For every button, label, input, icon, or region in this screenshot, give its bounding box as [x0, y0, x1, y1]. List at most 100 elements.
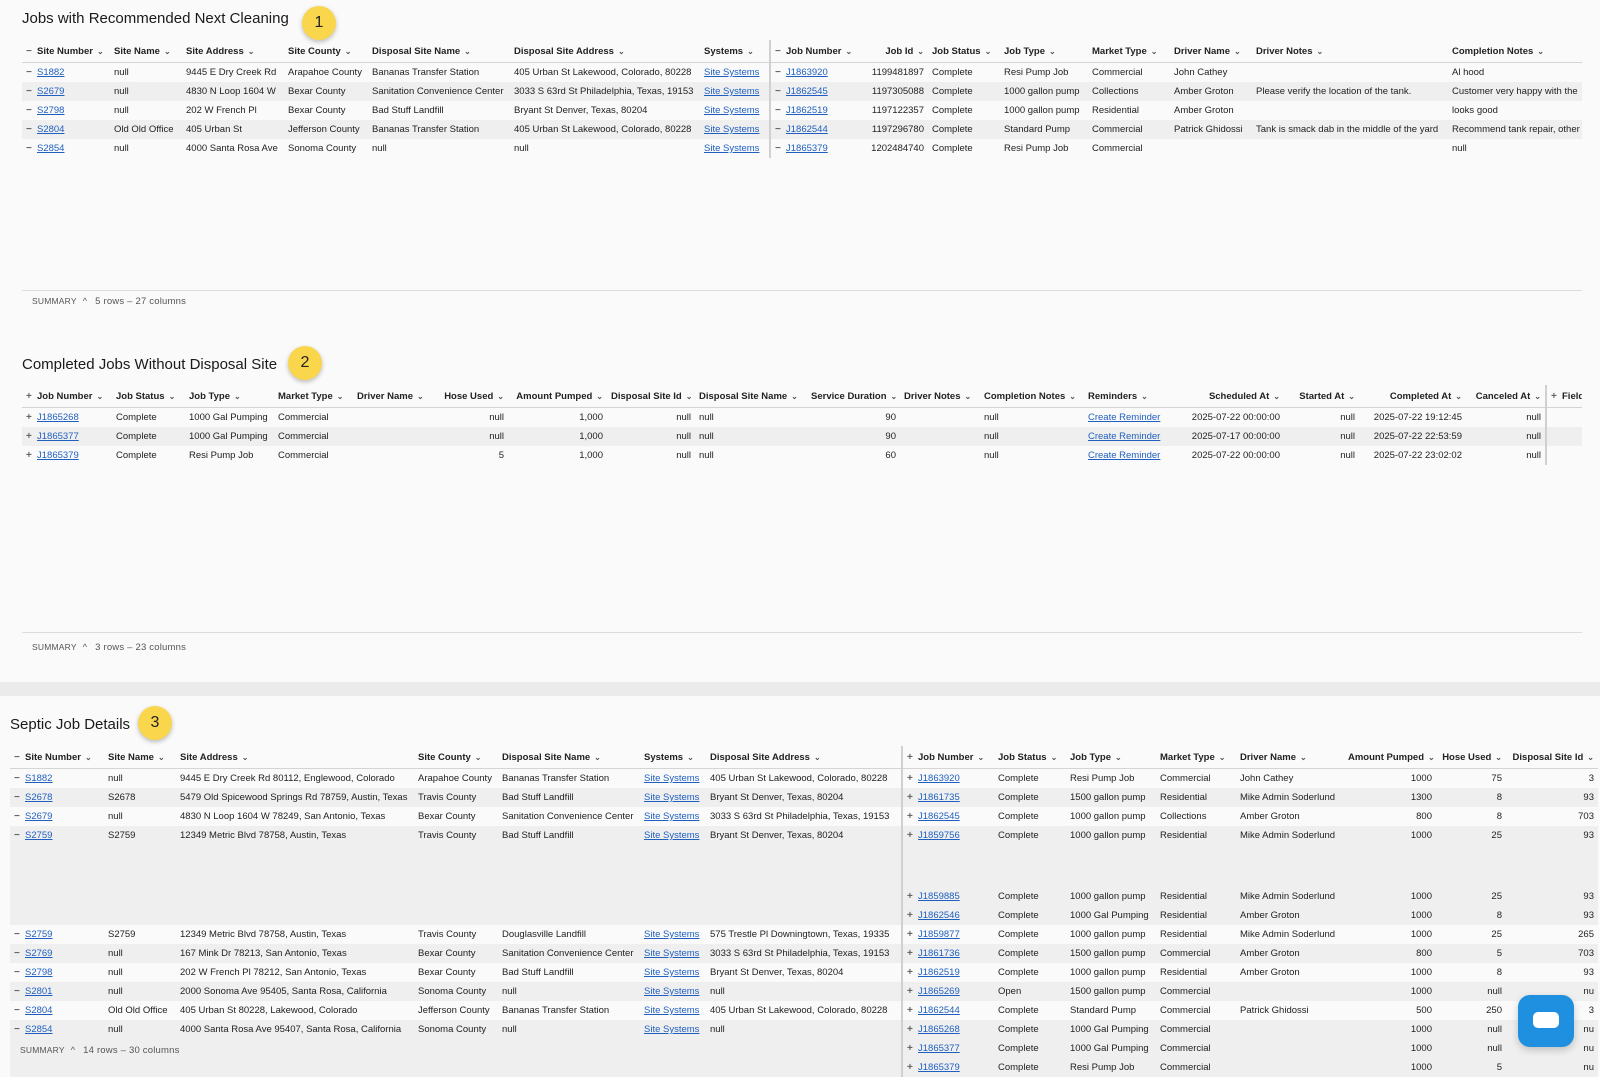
chevron-down-icon[interactable]: ⌄: [917, 47, 924, 56]
column-header-driver-notes[interactable]: Driver Notes ⌄: [1252, 40, 1448, 63]
column-header-disposal-site-name[interactable]: Disposal Site Name ⌄: [695, 385, 807, 408]
chevron-down-icon[interactable]: ⌄: [1348, 392, 1355, 401]
expand-toggle-icon[interactable]: −: [14, 986, 22, 997]
link-job-number[interactable]: J1862519: [786, 105, 828, 116]
link-systems[interactable]: Site Systems: [644, 967, 699, 978]
expand-toggle-icon[interactable]: −: [14, 967, 22, 978]
chevron-down-icon[interactable]: ⌄: [464, 47, 471, 56]
column-header-site-county[interactable]: Site County ⌄: [284, 40, 368, 63]
column-header-disposal-site-name[interactable]: Disposal Site Name ⌄: [498, 746, 640, 769]
link-job-number[interactable]: J1865377: [918, 1043, 960, 1054]
column-header-driver-name[interactable]: Driver Name ⌄: [1170, 40, 1252, 63]
link-job-number[interactable]: J1862546: [918, 910, 960, 921]
expand-toggle-icon[interactable]: +: [907, 752, 915, 763]
expand-toggle-icon[interactable]: +: [1551, 391, 1559, 402]
chevron-down-icon[interactable]: ⌄: [977, 753, 984, 762]
column-header-started-at[interactable]: Started At ⌄: [1284, 385, 1359, 408]
column-header-site-number[interactable]: − Site Number ⌄: [22, 40, 110, 63]
chevron-down-icon[interactable]: ⌄: [242, 753, 249, 762]
chevron-down-icon[interactable]: ⌄: [845, 47, 852, 56]
chevron-down-icon[interactable]: ⌄: [1234, 47, 1241, 56]
link-job-number[interactable]: J1861735: [918, 792, 960, 803]
column-header-job-status[interactable]: Job Status ⌄: [928, 40, 1000, 63]
link-job-number[interactable]: J1862545: [918, 811, 960, 822]
column-header-completion-notes[interactable]: Completion Notes ⌄: [980, 385, 1084, 408]
expand-toggle-icon[interactable]: +: [907, 891, 915, 902]
chevron-down-icon[interactable]: ⌄: [1317, 47, 1324, 56]
expand-toggle-icon[interactable]: +: [26, 431, 34, 442]
link-site-number[interactable]: S2759: [25, 929, 52, 940]
chevron-down-icon[interactable]: ⌄: [791, 392, 798, 401]
chevron-down-icon[interactable]: ⌄: [1115, 753, 1122, 762]
link-site-number[interactable]: S2679: [25, 811, 52, 822]
chevron-down-icon[interactable]: ⌄: [1587, 753, 1594, 762]
link-systems[interactable]: Site Systems: [644, 773, 699, 784]
link-systems[interactable]: Site Systems: [644, 1005, 699, 1016]
chevron-down-icon[interactable]: ⌄: [985, 47, 992, 56]
link-site-number[interactable]: S2801: [25, 986, 52, 997]
expand-toggle-icon[interactable]: −: [14, 811, 22, 822]
column-header-job-id[interactable]: Job Id ⌄: [864, 40, 928, 63]
column-header-job-number[interactable]: + Job Number ⌄: [901, 746, 994, 769]
column-header-completion-notes[interactable]: Completion Notes ⌄: [1448, 40, 1582, 63]
expand-toggle-icon[interactable]: −: [26, 124, 34, 135]
link-job-number[interactable]: J1865379: [786, 143, 828, 154]
chevron-down-icon[interactable]: ⌄: [1428, 753, 1435, 762]
column-header-driver-notes[interactable]: Driver Notes ⌄: [900, 385, 980, 408]
chevron-down-icon[interactable]: ⌄: [1534, 392, 1541, 401]
link-site-number[interactable]: S2798: [37, 105, 64, 116]
chevron-down-icon[interactable]: ⌄: [337, 392, 344, 401]
link-systems[interactable]: Site Systems: [704, 124, 759, 135]
column-header-market-type[interactable]: Market Type ⌄: [1156, 746, 1236, 769]
table-summary[interactable]: SUMMARY ^ 3 rows – 23 columns: [32, 642, 186, 653]
link-job-number[interactable]: J1861736: [918, 948, 960, 959]
chevron-down-icon[interactable]: ⌄: [1495, 753, 1502, 762]
chevron-down-icon[interactable]: ⌄: [1455, 392, 1462, 401]
expand-toggle-icon[interactable]: −: [26, 105, 34, 116]
expand-toggle-icon[interactable]: −: [14, 830, 22, 841]
link-systems[interactable]: Site Systems: [704, 67, 759, 78]
expand-toggle-icon[interactable]: +: [907, 792, 915, 803]
link-site-number[interactable]: S2854: [37, 143, 64, 154]
column-header-disposal-site-id[interactable]: Disposal Site Id ⌄: [607, 385, 695, 408]
expand-toggle-icon[interactable]: +: [26, 391, 34, 402]
column-header-market-type[interactable]: Market Type ⌄: [274, 385, 353, 408]
expand-toggle-icon[interactable]: +: [907, 1043, 915, 1054]
expand-toggle-icon[interactable]: −: [26, 46, 34, 57]
link-systems[interactable]: Site Systems: [644, 830, 699, 841]
column-header-completed-at[interactable]: Completed At ⌄: [1359, 385, 1466, 408]
chevron-down-icon[interactable]: ⌄: [1219, 753, 1226, 762]
link-job-number[interactable]: J1862544: [918, 1005, 960, 1016]
column-header-amount-pumped[interactable]: Amount Pumped ⌄: [1344, 746, 1436, 769]
chevron-down-icon[interactable]: ⌄: [1300, 753, 1307, 762]
chevron-down-icon[interactable]: ⌄: [497, 392, 504, 401]
column-header-disposal-site-name[interactable]: Disposal Site Name ⌄: [368, 40, 510, 63]
chevron-down-icon[interactable]: ⌄: [1049, 47, 1056, 56]
column-header-reminders[interactable]: Reminders ⌄: [1084, 385, 1183, 408]
link-site-number[interactable]: S2759: [25, 830, 52, 841]
link-job-number[interactable]: J1865379: [918, 1062, 960, 1073]
chevron-down-icon[interactable]: ⌄: [417, 392, 424, 401]
chevron-down-icon[interactable]: ⌄: [594, 753, 601, 762]
column-header-systems[interactable]: Systems ⌄: [640, 746, 706, 769]
expand-toggle-icon[interactable]: +: [26, 412, 34, 423]
expand-toggle-icon[interactable]: +: [907, 986, 915, 997]
column-header-market-type[interactable]: Market Type ⌄: [1088, 40, 1170, 63]
expand-toggle-icon[interactable]: +: [907, 830, 915, 841]
chevron-down-icon[interactable]: ⌄: [158, 753, 165, 762]
expand-toggle-icon[interactable]: +: [907, 1062, 915, 1073]
chevron-down-icon[interactable]: ⌄: [1141, 392, 1148, 401]
chevron-down-icon[interactable]: ⌄: [345, 47, 352, 56]
expand-toggle-icon[interactable]: −: [775, 105, 783, 116]
link-job-number[interactable]: J1862544: [786, 124, 828, 135]
expand-toggle-icon[interactable]: +: [907, 967, 915, 978]
link-site-number[interactable]: S2804: [25, 1005, 52, 1016]
link-systems[interactable]: Site Systems: [704, 105, 759, 116]
column-header-site-address[interactable]: Site Address ⌄: [176, 746, 414, 769]
link-systems[interactable]: Site Systems: [644, 811, 699, 822]
column-header-site-name[interactable]: Site Name ⌄: [110, 40, 182, 63]
chevron-down-icon[interactable]: ⌄: [1069, 392, 1076, 401]
chevron-down-icon[interactable]: ⌄: [1273, 392, 1280, 401]
column-header-job-type[interactable]: Job Type ⌄: [1066, 746, 1156, 769]
column-header-hose-used[interactable]: Hose Used ⌄: [437, 385, 508, 408]
